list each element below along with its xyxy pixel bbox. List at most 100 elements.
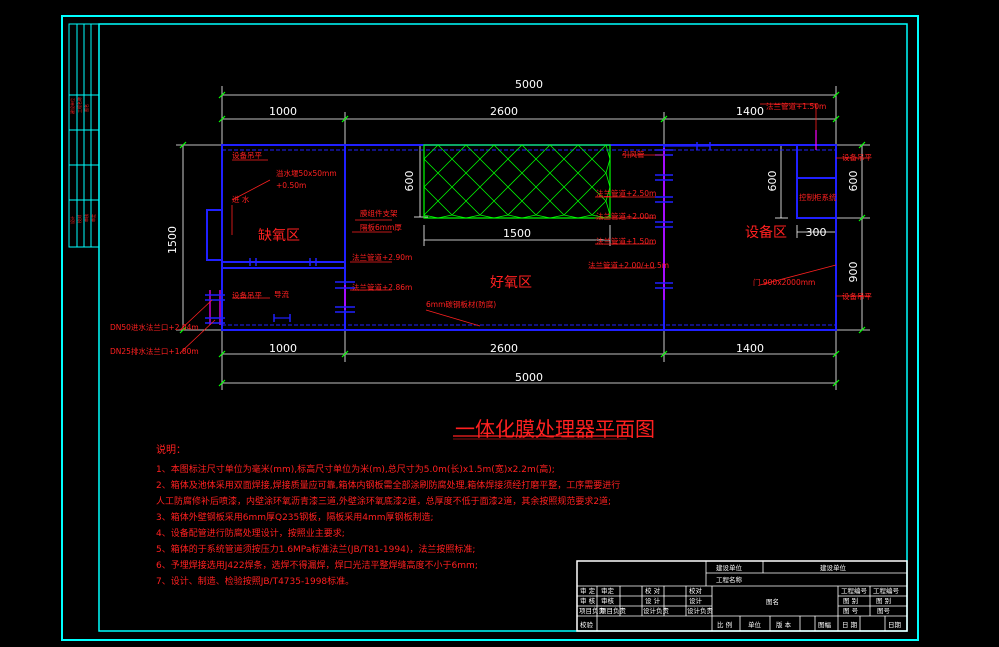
tb-approve2: 审定 bbox=[601, 586, 615, 595]
membrane-hatch-line bbox=[521, 158, 537, 174]
side-strip-label-1: 工程名称 bbox=[76, 97, 82, 113]
tb-design2: 设计 bbox=[689, 596, 703, 605]
tb-version: 版 本 bbox=[776, 620, 792, 629]
dim-overall-top: 5000 bbox=[515, 78, 543, 91]
label-overflow-weir: 溢水堰50x50mm bbox=[276, 168, 337, 178]
dim-300: 300 bbox=[806, 226, 827, 239]
dim-overall-bottom: 5000 bbox=[515, 371, 543, 384]
notes-title: 说明： bbox=[156, 445, 186, 456]
tb-project-name: 工程名称 bbox=[716, 575, 743, 584]
membrane-hatch-line bbox=[493, 186, 509, 202]
membrane-hatch-line bbox=[535, 144, 551, 160]
note-2: 2、箱体及池体采用双面焊接,焊接质量应可靠,箱体内钢板需全部涂刷防腐处理,箱体焊… bbox=[156, 481, 621, 491]
dim-600-equip: 600 bbox=[766, 171, 779, 192]
label-control-box: 控制柜系统 bbox=[799, 192, 837, 202]
side-strip-label-5: 审核 bbox=[83, 214, 89, 222]
dim-seg2-top: 2600 bbox=[490, 105, 518, 118]
label-pipe-250: 法兰管道+2.50m bbox=[596, 188, 656, 198]
membrane-hatch-line bbox=[549, 172, 565, 188]
membrane-hatch-line bbox=[577, 186, 593, 202]
membrane-hatch-line bbox=[437, 186, 453, 202]
tb-scale: 比 例 bbox=[717, 620, 732, 629]
note-5: 5、箱体的于系统管道须按压力1.6MPa标准法兰(JB/T81-1994)，法兰… bbox=[156, 545, 476, 555]
label-overflow-weir-h: +0.50m bbox=[276, 181, 306, 190]
tb-proofread: 校 对 bbox=[645, 586, 661, 595]
membrane-hatch-line bbox=[437, 158, 453, 174]
tb-draw2: 设计负责 bbox=[687, 606, 714, 615]
membrane-hatch-line bbox=[577, 200, 593, 216]
membrane-hatch-line bbox=[493, 200, 509, 216]
side-strip-label-3: 设计 bbox=[69, 216, 75, 224]
membrane-hatch-line bbox=[549, 200, 565, 216]
tb-discipline: 校验 bbox=[580, 620, 594, 629]
membrane-hatch-line bbox=[563, 158, 579, 174]
side-strip-label-6: 审定 bbox=[90, 214, 96, 222]
membrane-hatch-line bbox=[437, 200, 453, 216]
membrane-hatch-line bbox=[507, 172, 523, 188]
membrane-hatch-line bbox=[451, 186, 467, 202]
label-pipe-200: 法兰管道+2.00m bbox=[596, 211, 656, 221]
zone-aerobic: 好氧区 bbox=[490, 275, 532, 291]
side-strip bbox=[68, 23, 100, 248]
membrane-hatch-line bbox=[535, 200, 551, 216]
membrane-hatch-line bbox=[549, 186, 565, 202]
membrane-hatch-line bbox=[535, 172, 551, 188]
membrane-hatch-line bbox=[479, 172, 495, 188]
label-level-right-top: 设备吊平 bbox=[842, 152, 872, 162]
label-baffle: 导流 bbox=[274, 289, 289, 299]
drawing-title: 一体化膜处理器平面图 bbox=[455, 417, 655, 441]
membrane-hatch-line bbox=[521, 200, 537, 216]
tb-design: 设 计 bbox=[645, 596, 661, 605]
side-strip-label-2: 图名 bbox=[83, 104, 89, 112]
membrane-hatch-line bbox=[535, 186, 551, 202]
membrane-hatch-line bbox=[507, 200, 523, 216]
tb-date-value: 日期 bbox=[888, 621, 902, 629]
tb-drawing-no-value: 图 别 bbox=[876, 596, 891, 605]
membrane-hatch-line bbox=[423, 158, 439, 174]
membrane-hatch-line bbox=[423, 200, 439, 216]
membrane-hatch-line bbox=[451, 158, 467, 174]
membrane-hatch-line bbox=[493, 158, 509, 174]
membrane-hatch-line bbox=[465, 158, 481, 174]
membrane-hatch-line bbox=[437, 144, 453, 160]
membrane-hatch-line bbox=[577, 144, 593, 160]
membrane-hatch-line bbox=[451, 144, 467, 160]
tb-drawing-name: 图名 bbox=[766, 597, 779, 606]
label-steel-plate: 6mm碳钢板材(防腐) bbox=[426, 299, 496, 309]
tb-sheets: 图幅 bbox=[818, 620, 832, 629]
membrane-hatch-line bbox=[591, 158, 607, 174]
label-level-mid-left: 设备吊平 bbox=[232, 290, 262, 300]
dim-seg2-bottom: 2600 bbox=[490, 342, 518, 355]
tb-draw: 设计负责 bbox=[643, 606, 670, 615]
side-strip-label-4: 校对 bbox=[76, 215, 82, 223]
label-membrane-support: 膜组件支架 bbox=[360, 208, 398, 218]
membrane-hatch-line bbox=[479, 186, 495, 202]
tb-check2: 审核 bbox=[601, 596, 615, 605]
label-flange-150: 法兰管道+1.50m bbox=[766, 101, 826, 111]
tb-project-no-value: 工程编号 bbox=[873, 586, 900, 595]
dim-600-right: 600 bbox=[847, 171, 860, 192]
membrane-hatch-line bbox=[521, 172, 537, 188]
membrane-hatch-line bbox=[507, 186, 523, 202]
membrane-hatch-line bbox=[423, 186, 439, 202]
membrane-hatch-line bbox=[479, 144, 495, 160]
membrane-hatch-line bbox=[577, 158, 593, 174]
dim-900-right: 900 bbox=[847, 262, 860, 283]
tb-check: 审 核 bbox=[580, 596, 596, 605]
dim-height-left: 1500 bbox=[166, 226, 179, 254]
membrane-hatch-line bbox=[521, 186, 537, 202]
membrane-hatch-line bbox=[465, 186, 481, 202]
membrane-hatch-line bbox=[451, 200, 467, 216]
tb-sheet-value: 图号 bbox=[877, 607, 891, 615]
tb-unit: 单位 bbox=[748, 620, 762, 629]
membrane-hatch-line bbox=[479, 158, 495, 174]
tb-proofread2: 校对 bbox=[689, 586, 703, 595]
membrane-hatch-line bbox=[451, 172, 467, 188]
side-strip-labels: 建设单位 工程名称 图名 设计 校对 审核 审定 bbox=[69, 97, 96, 224]
membrane-hatch-line bbox=[591, 144, 607, 160]
note-3: 3、箱体外壁钢板采用6mm厚Q235钢板，隔板采用4mm厚钢板制造; bbox=[156, 513, 434, 523]
label-dn50: DN50进水法兰口+2.04m bbox=[110, 322, 199, 332]
tb-project-no-label: 工程编号 bbox=[841, 586, 868, 595]
membrane-hatch-line bbox=[563, 186, 579, 202]
note-2b: 人工防腐修补后喷漆，内壁涂环氧沥青漆三道,外壁涂环氧底漆2道，总厚度不低于面漆2… bbox=[156, 497, 612, 507]
